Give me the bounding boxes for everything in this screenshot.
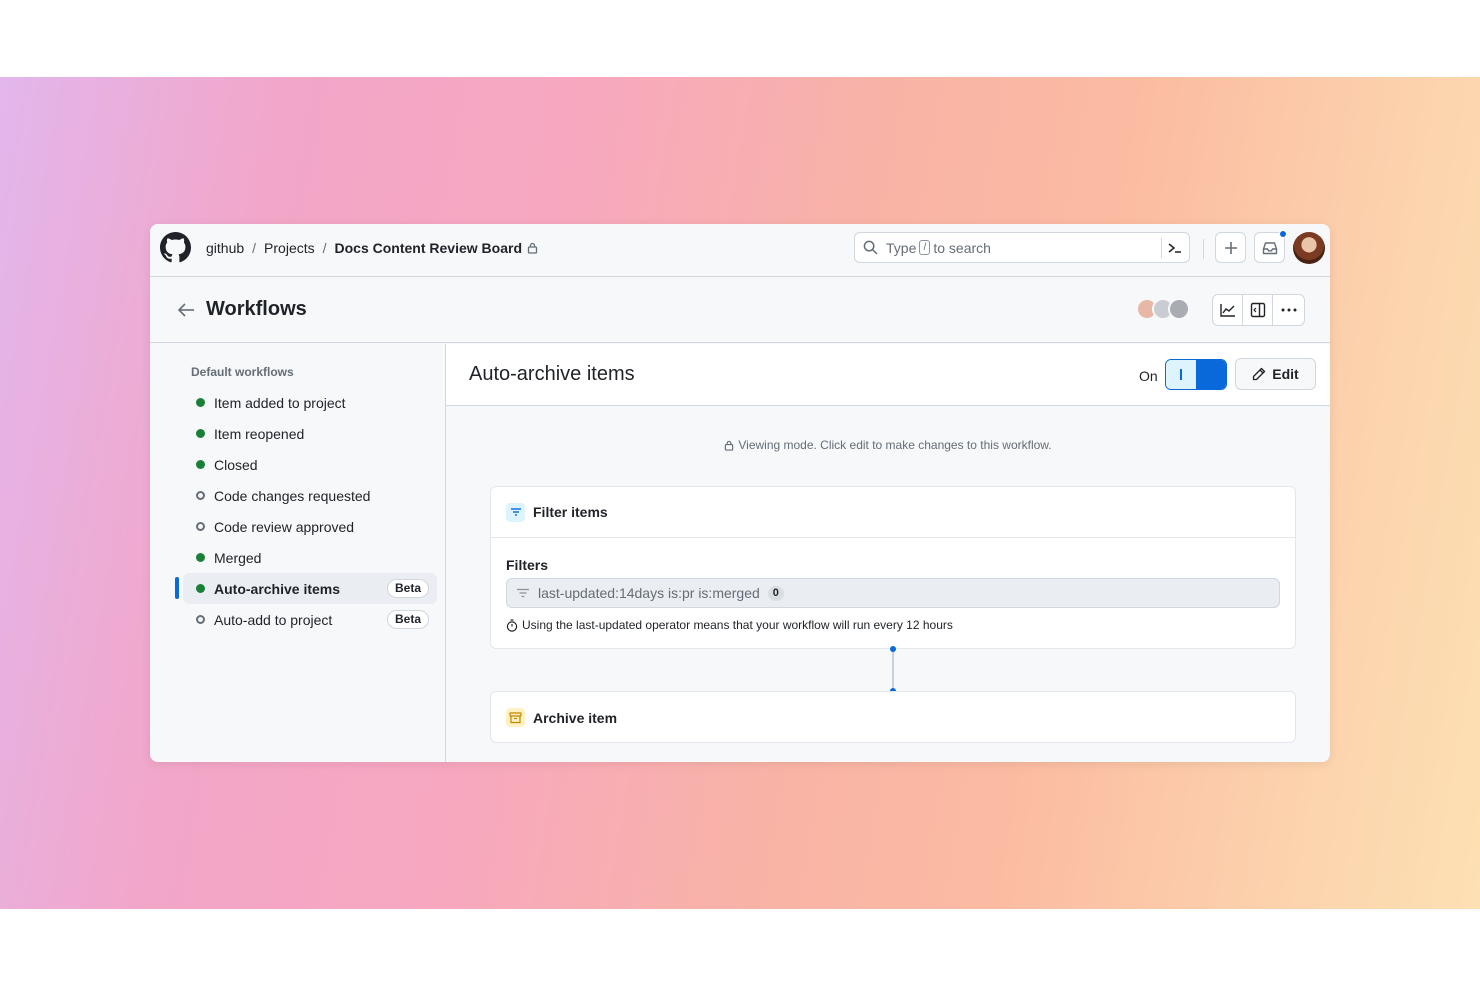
plus-icon (1224, 241, 1237, 254)
avatar[interactable] (1293, 232, 1325, 264)
sidebar-item-item-reopened[interactable]: Item reopened (183, 418, 437, 449)
workflow-enabled-toggle[interactable] (1165, 359, 1227, 390)
edit-button[interactable]: Edit (1235, 358, 1316, 390)
sidebar-item-label: Code changes requested (214, 487, 371, 504)
sidebar-item-code-changes-requested[interactable]: Code changes requested (183, 480, 437, 511)
sidebar-item-code-review-approved[interactable]: Code review approved (183, 511, 437, 542)
toolbar-divider (1203, 239, 1204, 259)
insights-icon (1219, 304, 1235, 317)
toggle-knob (1196, 360, 1226, 389)
command-palette-icon (1168, 243, 1181, 253)
sidebar-item-label: Auto-add to project (214, 611, 333, 628)
sidebar-item-item-added[interactable]: Item added to project (183, 387, 437, 418)
workflow-header: Auto-archive items On Edit (446, 344, 1330, 406)
breadcrumb-projects[interactable]: Projects (264, 240, 315, 256)
enabled-status-icon (196, 584, 205, 593)
beta-badge: Beta (386, 579, 429, 598)
sidebar-item-label: Closed (214, 456, 258, 473)
filter-query-field[interactable]: last-updated:14days is:pr is:merged 0 (506, 578, 1280, 608)
breadcrumb-project-name[interactable]: Docs Content Review Board (335, 240, 522, 256)
disabled-status-icon (196, 491, 205, 500)
page-header: Workflows (150, 278, 1330, 343)
filter-icon (517, 588, 529, 598)
filter-items-card: Filter items Filters last-updated:14days… (490, 486, 1296, 649)
filter-icon (506, 502, 525, 522)
sidebar-item-closed[interactable]: Closed (183, 449, 437, 480)
sidebar-item-label: Auto-archive items (214, 580, 341, 597)
workflow-connector (892, 649, 894, 691)
inbox-icon (1262, 241, 1277, 254)
archive-card-header: Archive item (491, 692, 1295, 743)
breadcrumb-separator: / (252, 240, 257, 256)
enabled-status-icon (196, 460, 205, 469)
command-palette-button[interactable] (1161, 238, 1183, 258)
filter-query-value: last-updated:14days is:pr is:merged (538, 585, 760, 601)
more-options-button[interactable] (1272, 294, 1305, 326)
side-panel-button[interactable] (1242, 294, 1273, 326)
breadcrumb-separator: / (322, 240, 327, 256)
sidebar-item-label: Merged (214, 549, 262, 566)
search-placeholder-suffix: to search (933, 239, 991, 256)
pencil-icon (1253, 367, 1266, 381)
workflow-sidebar: Default workflows Item added to project … (150, 344, 446, 762)
create-new-button[interactable] (1215, 232, 1246, 263)
enabled-status-icon (196, 398, 205, 407)
panel-icon (1250, 302, 1265, 318)
viewing-mode-text: Viewing mode. Click edit to make changes… (738, 438, 1052, 452)
lock-icon (725, 440, 734, 451)
viewing-mode-note: Viewing mode. Click edit to make changes… (446, 438, 1330, 452)
search-shortcut-key: / (919, 240, 931, 255)
global-header: github / Projects / Docs Content Review … (150, 224, 1330, 277)
edit-label: Edit (1272, 366, 1299, 382)
sidebar-item-auto-archive-items[interactable]: Auto-archive items Beta (175, 573, 437, 604)
sidebar-item-auto-add-to-project[interactable]: Auto-add to project Beta (183, 604, 437, 635)
selected-indicator (175, 577, 179, 599)
search-icon (863, 240, 878, 255)
avatar (1168, 298, 1190, 320)
enabled-status-icon (196, 553, 205, 562)
workflow-title: Auto-archive items (469, 363, 635, 385)
workflow-list: Item added to project Item reopened Clos… (175, 387, 437, 635)
page-title: Workflows (206, 298, 307, 320)
filter-help-text: Using the last-updated operator means th… (522, 618, 953, 632)
lock-icon (527, 242, 538, 254)
sidebar-item-label: Code review approved (214, 518, 355, 535)
kebab-icon (1281, 308, 1296, 312)
sidebar-heading: Default workflows (191, 365, 294, 379)
search-input[interactable]: Type / to search (854, 232, 1190, 263)
archive-card-title: Archive item (533, 709, 618, 726)
filter-match-count: 0 (767, 585, 784, 601)
breadcrumb-owner[interactable]: github (206, 240, 244, 256)
filters-label: Filters (506, 557, 549, 573)
filter-card-title: Filter items (533, 504, 608, 520)
insights-button[interactable] (1212, 294, 1243, 326)
archive-icon (506, 708, 525, 727)
collaborator-avatars[interactable] (1136, 298, 1190, 320)
toggle-on-side (1166, 360, 1196, 389)
beta-badge: Beta (386, 610, 429, 629)
stopwatch-icon (506, 618, 518, 632)
enabled-status-icon (196, 429, 205, 438)
archive-item-card: Archive item (490, 691, 1296, 743)
sidebar-item-merged[interactable]: Merged (183, 542, 437, 573)
breadcrumb: github / Projects / Docs Content Review … (206, 240, 538, 256)
filter-card-header: Filter items (491, 487, 1295, 538)
filter-help-note: Using the last-updated operator means th… (506, 618, 953, 632)
workflow-detail: Auto-archive items On Edit Viewing mode.… (446, 344, 1330, 762)
disabled-status-icon (196, 615, 205, 624)
notification-indicator (1279, 230, 1287, 238)
sidebar-item-label: Item added to project (214, 394, 346, 411)
search-placeholder-prefix: Type (886, 239, 917, 256)
back-arrow-icon[interactable] (177, 302, 195, 318)
project-toolbar (1212, 294, 1305, 326)
toggle-label: On (1139, 368, 1158, 384)
app-window: github / Projects / Docs Content Review … (150, 224, 1330, 762)
github-logo-icon[interactable] (160, 232, 191, 263)
disabled-status-icon (196, 522, 205, 531)
sidebar-item-label: Item reopened (214, 425, 305, 442)
connector-node (890, 646, 896, 652)
